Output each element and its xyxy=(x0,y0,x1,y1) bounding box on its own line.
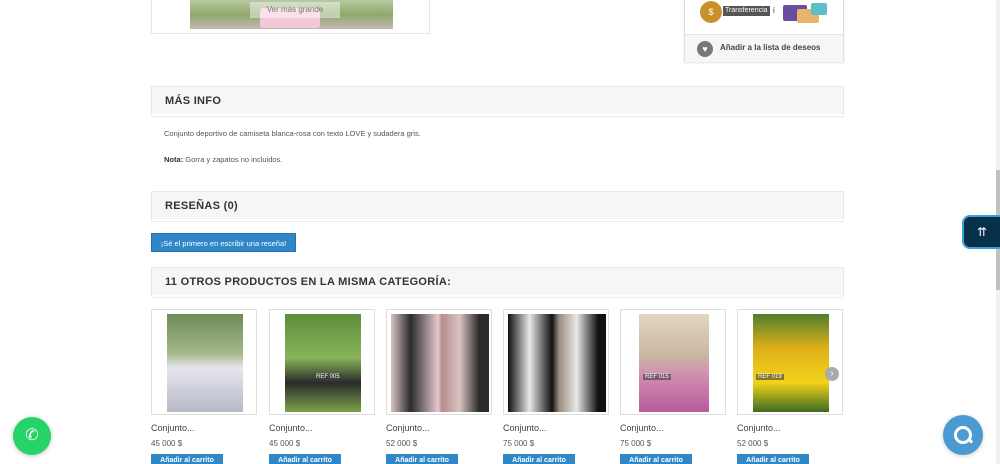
product-note: Nota: Gorra y zapatos no incluidos. xyxy=(164,155,282,164)
ref-tag: REF 019 xyxy=(756,374,784,380)
more-info-header: MÁS INFO xyxy=(151,86,844,116)
reviews-header: RESEÑAS (0) xyxy=(151,191,844,221)
product-price: 75 000 $ xyxy=(503,439,535,448)
product-name[interactable]: Conjunto... xyxy=(151,423,195,433)
product-thumbnail[interactable]: REF 019 xyxy=(737,309,843,415)
view-larger-button[interactable]: Ver más grande xyxy=(250,2,340,18)
product-thumbnail[interactable]: REF 005 xyxy=(269,309,375,415)
product-thumbnail[interactable] xyxy=(151,309,257,415)
product-name[interactable]: Conjunto... xyxy=(620,423,664,433)
whatsapp-icon: ✆ xyxy=(25,427,39,444)
double-chevron-up-icon: ⇈ xyxy=(976,225,988,239)
payment-box: $ Transferencia i ♥ Añadir a la lista de… xyxy=(684,0,844,62)
product-card[interactable]: REF 005 Conjunto... 45 000 $ Añadir al c… xyxy=(269,309,375,464)
note-text: Gorra y zapatos no incluidos. xyxy=(183,155,283,164)
product-name[interactable]: Conjunto... xyxy=(503,423,547,433)
product-card[interactable]: Conjunto... 75 000 $ Añadir al carrito xyxy=(503,309,609,464)
add-to-cart-button[interactable]: Añadir al carrito xyxy=(269,454,341,464)
add-to-cart-button[interactable]: Añadir al carrito xyxy=(503,454,575,464)
product-card[interactable]: Conjunto... 52 000 $ Añadir al carrito xyxy=(386,309,492,464)
related-products-title: 11 OTROS PRODUCTOS EN LA MISMA CATEGORÍA… xyxy=(165,276,452,288)
back-to-top-button[interactable]: ⇈ xyxy=(962,215,1000,249)
product-price: 52 000 $ xyxy=(386,439,418,448)
whatsapp-button[interactable]: ✆ xyxy=(13,417,51,455)
payment-methods: $ Transferencia i xyxy=(697,0,837,28)
product-price: 45 000 $ xyxy=(151,439,183,448)
more-info-title: MÁS INFO xyxy=(165,95,222,107)
product-name[interactable]: Conjunto... xyxy=(737,423,781,433)
product-card[interactable]: REF 019 Conjunto... 52 000 $ Añadir al c… xyxy=(737,309,843,464)
add-to-cart-button[interactable]: Añadir al carrito xyxy=(386,454,458,464)
related-products-header: 11 OTROS PRODUCTOS EN LA MISMA CATEGORÍA… xyxy=(151,267,844,297)
ref-tag: REF 015 xyxy=(643,374,671,380)
transfer-label: Transferencia xyxy=(723,6,770,16)
add-to-cart-button[interactable]: Añadir al carrito xyxy=(151,454,223,464)
product-name[interactable]: Conjunto... xyxy=(269,423,313,433)
add-to-cart-button[interactable]: Añadir al carrito xyxy=(737,454,809,464)
product-price: 52 000 $ xyxy=(737,439,769,448)
product-description: Conjunto deportivo de camiseta blanca-ro… xyxy=(164,129,421,138)
coin-icon: $ xyxy=(700,1,722,23)
note-label: Nota: xyxy=(164,155,184,164)
chat-button[interactable] xyxy=(943,415,983,455)
ref-tag: REF 005 xyxy=(314,374,342,380)
carousel-next-button[interactable]: › xyxy=(825,367,839,381)
product-thumbnail[interactable] xyxy=(386,309,492,415)
write-review-button[interactable]: ¡Sé el primero en escribir una reseña! xyxy=(151,233,296,252)
cards-icon xyxy=(783,1,829,25)
related-products-carousel: Conjunto... 45 000 $ Añadir al carrito R… xyxy=(151,309,844,464)
heart-icon: ♥ xyxy=(697,41,713,57)
product-card[interactable]: REF 015 Conjunto... 75 000 $ Añadir al c… xyxy=(620,309,726,464)
product-thumbnail[interactable]: REF 015 xyxy=(620,309,726,415)
product-thumbnail[interactable] xyxy=(503,309,609,415)
product-image-box: Ver más grande xyxy=(151,0,430,34)
product-photo[interactable]: Ver más grande xyxy=(190,0,393,29)
add-to-cart-button[interactable]: Añadir al carrito xyxy=(620,454,692,464)
add-to-wishlist[interactable]: ♥ Añadir a la lista de deseos xyxy=(685,34,843,62)
info-icon[interactable]: i xyxy=(773,6,775,15)
product-name[interactable]: Conjunto... xyxy=(386,423,430,433)
wishlist-label: Añadir a la lista de deseos xyxy=(720,43,821,52)
product-card[interactable]: Conjunto... 45 000 $ Añadir al carrito xyxy=(151,309,257,464)
product-price: 75 000 $ xyxy=(620,439,652,448)
reviews-title: RESEÑAS (0) xyxy=(165,200,238,212)
product-price: 45 000 $ xyxy=(269,439,301,448)
